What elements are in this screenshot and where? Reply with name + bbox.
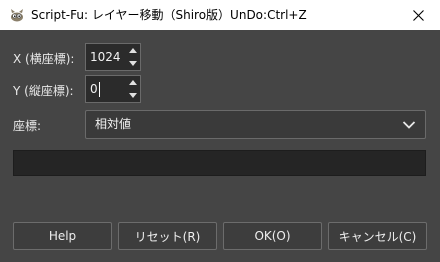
chevron-down-icon — [129, 93, 137, 98]
text-caret — [98, 82, 100, 97]
reset-button[interactable]: リセット(R) — [118, 222, 217, 250]
help-button[interactable]: Help — [13, 222, 112, 250]
x-spin-arrows — [126, 44, 140, 70]
chevron-down-icon — [402, 119, 416, 129]
chevron-down-icon — [129, 61, 137, 66]
coordinate-mode-label: 座標: — [13, 119, 42, 133]
x-coordinate-spinbox[interactable]: 1024 — [85, 43, 141, 71]
y-coordinate-input-wrapper[interactable]: 0 — [90, 76, 126, 102]
y-coordinate-input[interactable]: 0 — [90, 82, 98, 96]
x-decrement-button[interactable] — [126, 57, 140, 70]
window-title: Script-Fu: レイヤー移動（Shiro版）UnDo:Ctrl+Z — [31, 8, 307, 22]
y-coordinate-spinbox[interactable]: 0 — [85, 75, 141, 103]
y-decrement-button[interactable] — [126, 89, 140, 102]
cancel-button[interactable]: キャンセル(C) — [328, 222, 427, 250]
gimp-wilber-icon — [9, 8, 25, 22]
chevron-up-icon — [129, 80, 137, 85]
cancel-button-label: キャンセル(C) — [338, 229, 417, 244]
coordinate-mode-value: 相対値 — [95, 117, 132, 131]
y-increment-button[interactable] — [126, 76, 140, 89]
close-icon — [412, 9, 424, 21]
reset-button-label: リセット(R) — [134, 229, 201, 244]
chevron-up-icon — [129, 48, 137, 53]
x-coordinate-input[interactable]: 1024 — [90, 44, 126, 70]
x-coordinate-label: X (横座標): — [13, 52, 75, 66]
ok-button[interactable]: OK(O) — [223, 222, 322, 250]
title-bar[interactable]: Script-Fu: レイヤー移動（Shiro版）UnDo:Ctrl+Z — [0, 0, 440, 30]
y-coordinate-label: Y (縦座標): — [13, 84, 74, 98]
close-button[interactable] — [396, 0, 440, 30]
help-button-label: Help — [48, 229, 77, 243]
coordinate-mode-select[interactable]: 相対値 — [85, 110, 426, 139]
x-increment-button[interactable] — [126, 44, 140, 57]
ok-button-label: OK(O) — [254, 229, 291, 243]
progress-bar — [13, 150, 426, 176]
y-spin-arrows — [126, 76, 140, 102]
script-fu-dialog: Script-Fu: レイヤー移動（Shiro版）UnDo:Ctrl+Z X (… — [0, 0, 440, 262]
